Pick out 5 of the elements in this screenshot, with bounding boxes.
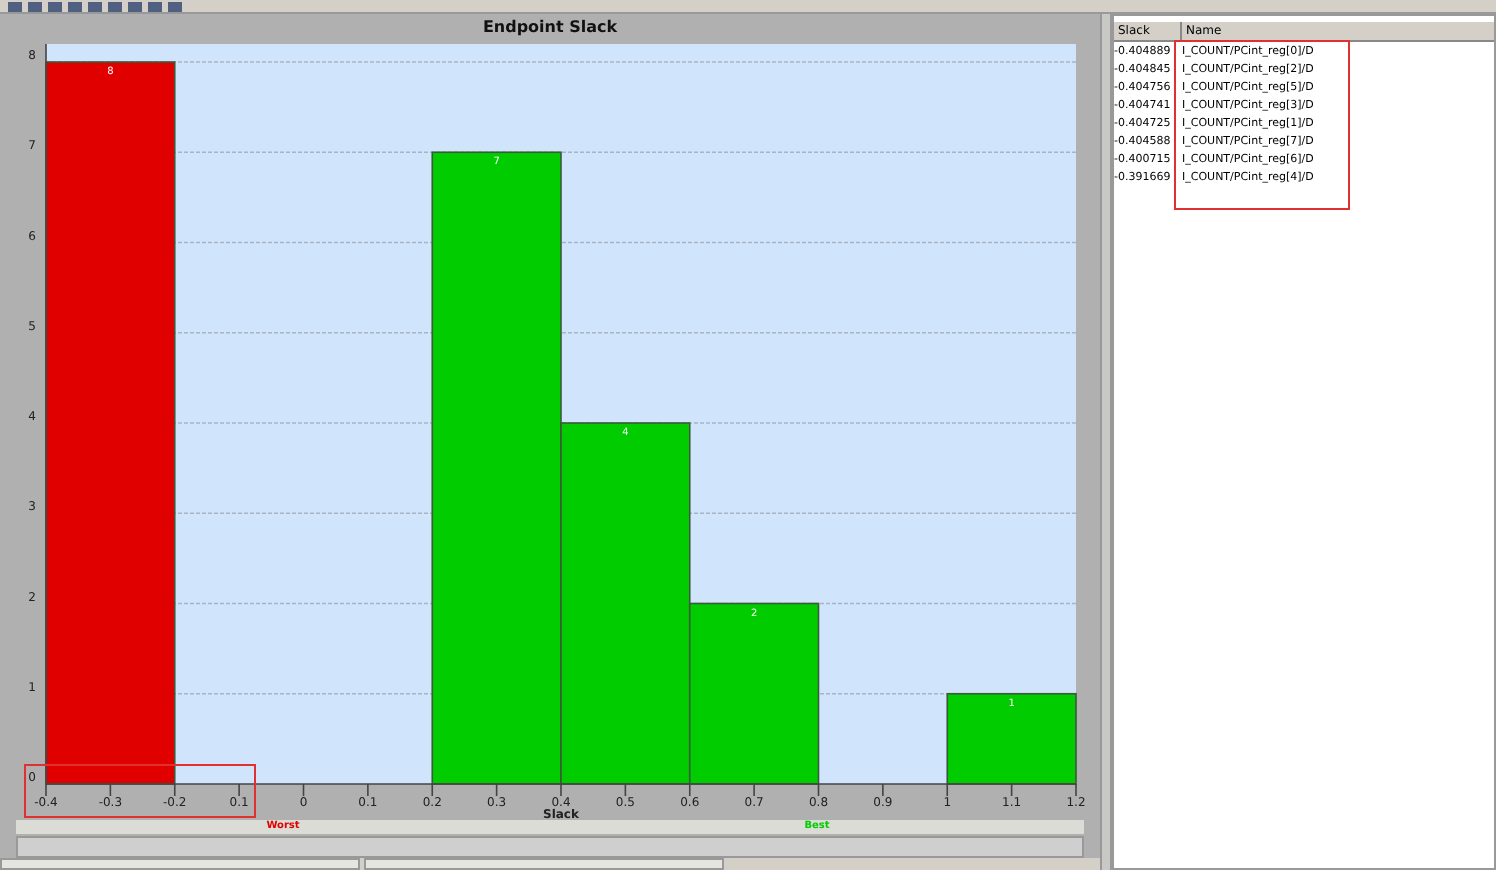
splitter-handle[interactable] <box>1100 14 1112 870</box>
horizontal-scrollbar[interactable] <box>16 836 1084 858</box>
bottom-tab[interactable] <box>364 858 724 870</box>
bottom-tab[interactable] <box>0 858 360 870</box>
chart-title: Endpoint Slack <box>480 16 620 40</box>
